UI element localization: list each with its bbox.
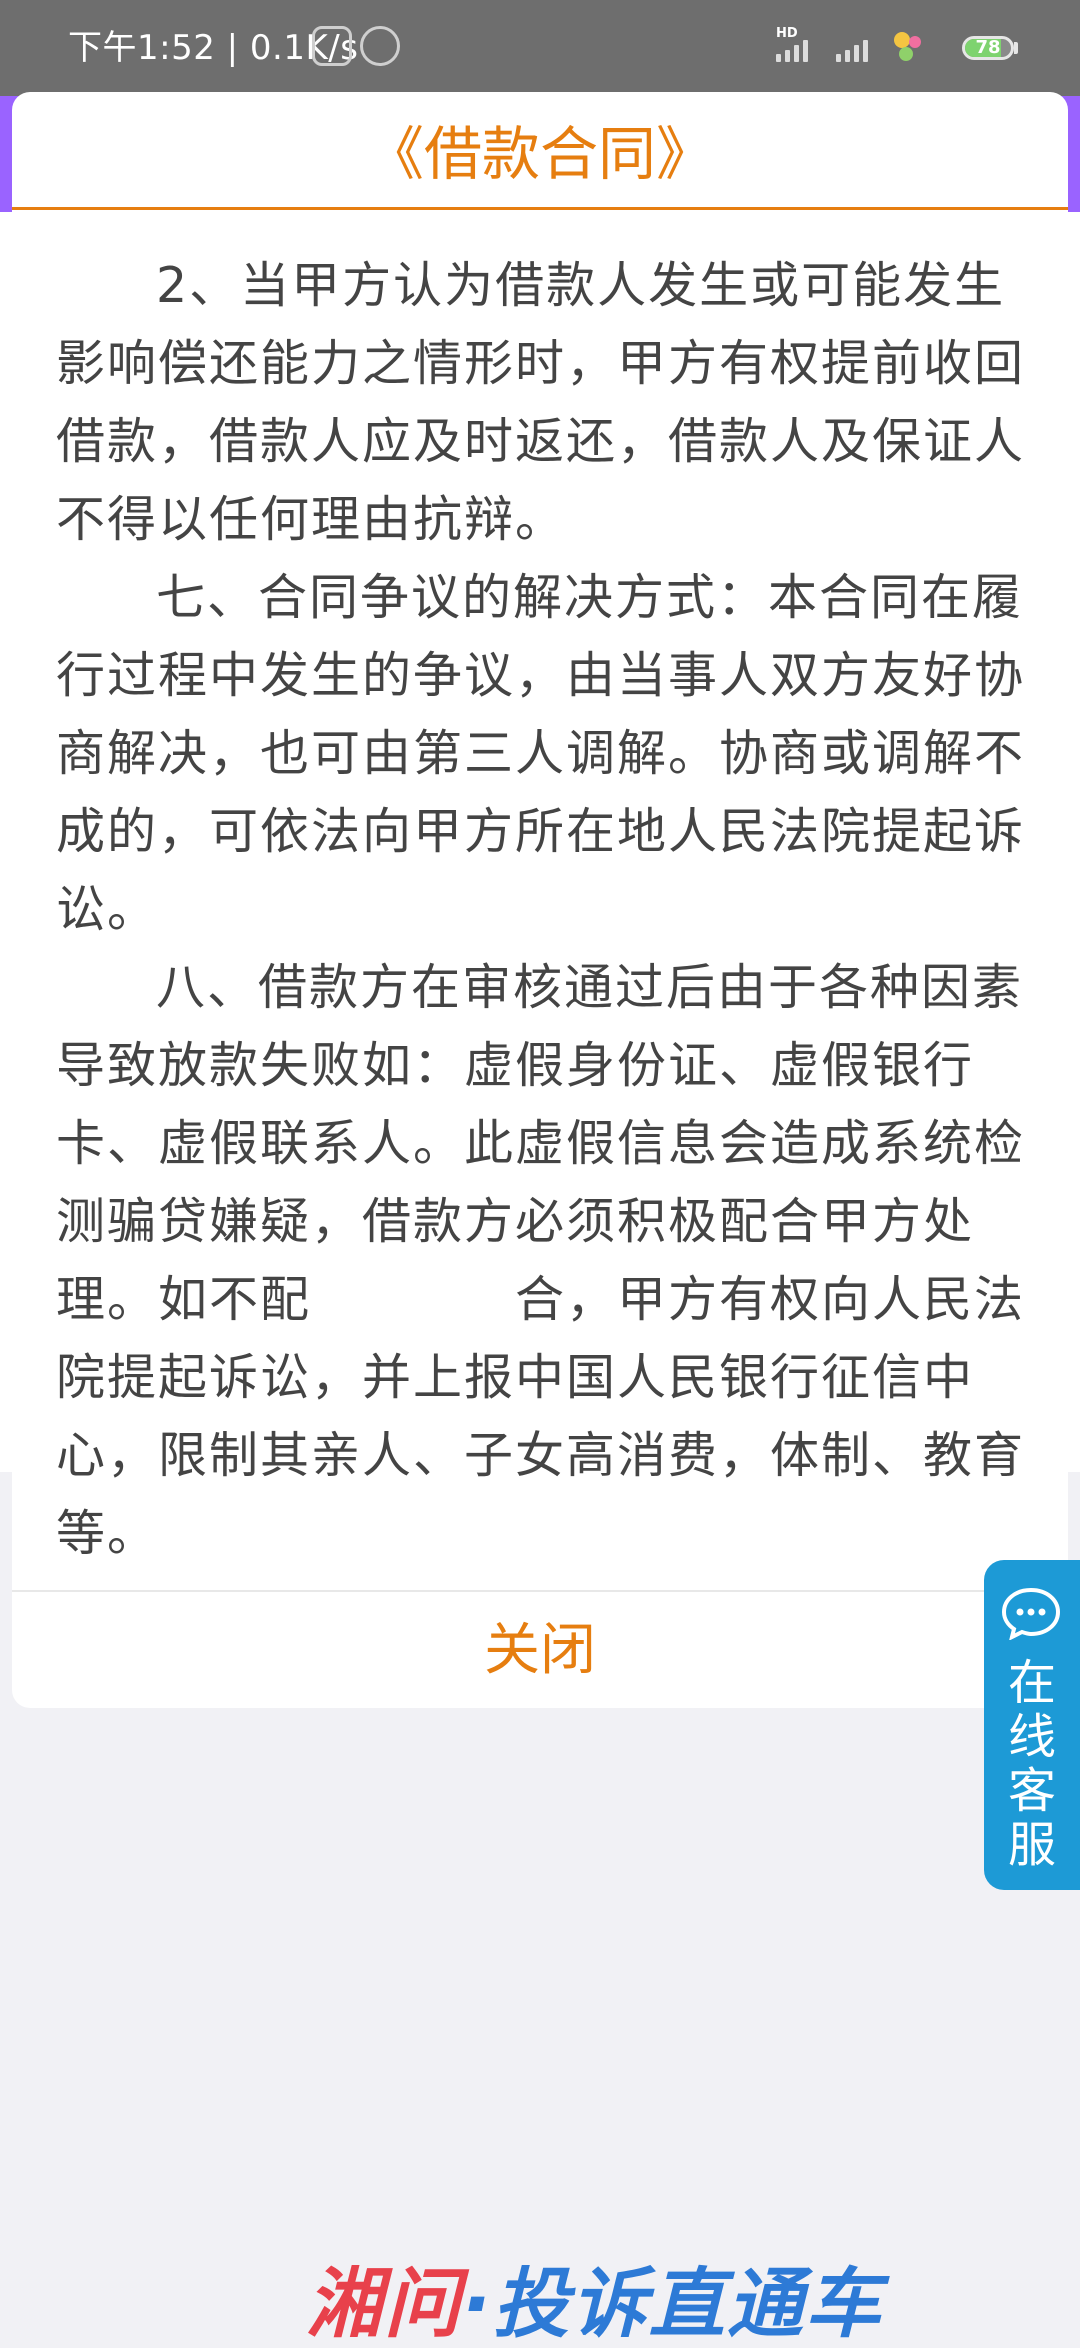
alarm-icon bbox=[360, 26, 400, 66]
notification-icon bbox=[894, 32, 921, 61]
contract-clause: 八、借款方在审核通过后由于各种因素导致放款失败如：虚假身份证、虚假银行卡、虚假联… bbox=[56, 959, 1026, 1562]
contract-modal: 《借款合同》 2、当甲方认为借款人发生或可能发生影响偿还能力之情形时，甲方有权提… bbox=[12, 92, 1068, 1708]
modal-body[interactable]: 2、当甲方认为借款人发生或可能发生影响偿还能力之情形时，甲方有权提前收回借款，借… bbox=[56, 247, 1026, 1573]
online-service-label: 在 线 客 服 bbox=[984, 1656, 1080, 1872]
signal-icon bbox=[836, 38, 880, 62]
service-char: 线 bbox=[1007, 1709, 1056, 1765]
service-char: 客 bbox=[1007, 1763, 1056, 1819]
service-char: 在 bbox=[1007, 1655, 1056, 1711]
watermark-part-1: 湘问 bbox=[306, 2259, 462, 2348]
watermark-part-2: ·投诉直通车 bbox=[462, 2259, 883, 2348]
watermark-logo: 湘问·投诉直通车 bbox=[306, 2266, 1080, 2342]
modal-title: 《借款合同》 bbox=[365, 120, 714, 188]
phone-app-icon bbox=[312, 26, 352, 66]
service-char: 服 bbox=[1007, 1817, 1056, 1873]
battery-icon: 78 bbox=[962, 36, 1014, 60]
status-bar: 下午1:52 | 0.1K/s HD 78 bbox=[0, 0, 1080, 96]
battery-tip bbox=[1014, 42, 1018, 54]
chat-bubble-icon bbox=[1001, 1587, 1061, 1640]
contract-clause: 七、合同争议的解决方式：本合同在履行过程中发生的争议，由当事人双方友好协商解决，… bbox=[56, 569, 1026, 938]
page-background-left bbox=[0, 212, 12, 1472]
modal-header: 《借款合同》 bbox=[12, 92, 1068, 210]
close-button[interactable]: 关闭 bbox=[12, 1592, 1068, 1708]
signal-icon bbox=[776, 38, 820, 62]
battery-level: 78 bbox=[975, 37, 1001, 58]
online-service-button[interactable]: 在 线 客 服 bbox=[984, 1560, 1080, 1890]
contract-clause: 2、当甲方认为借款人发生或可能发生影响偿还能力之情形时，甲方有权提前收回借款，借… bbox=[56, 257, 1026, 548]
